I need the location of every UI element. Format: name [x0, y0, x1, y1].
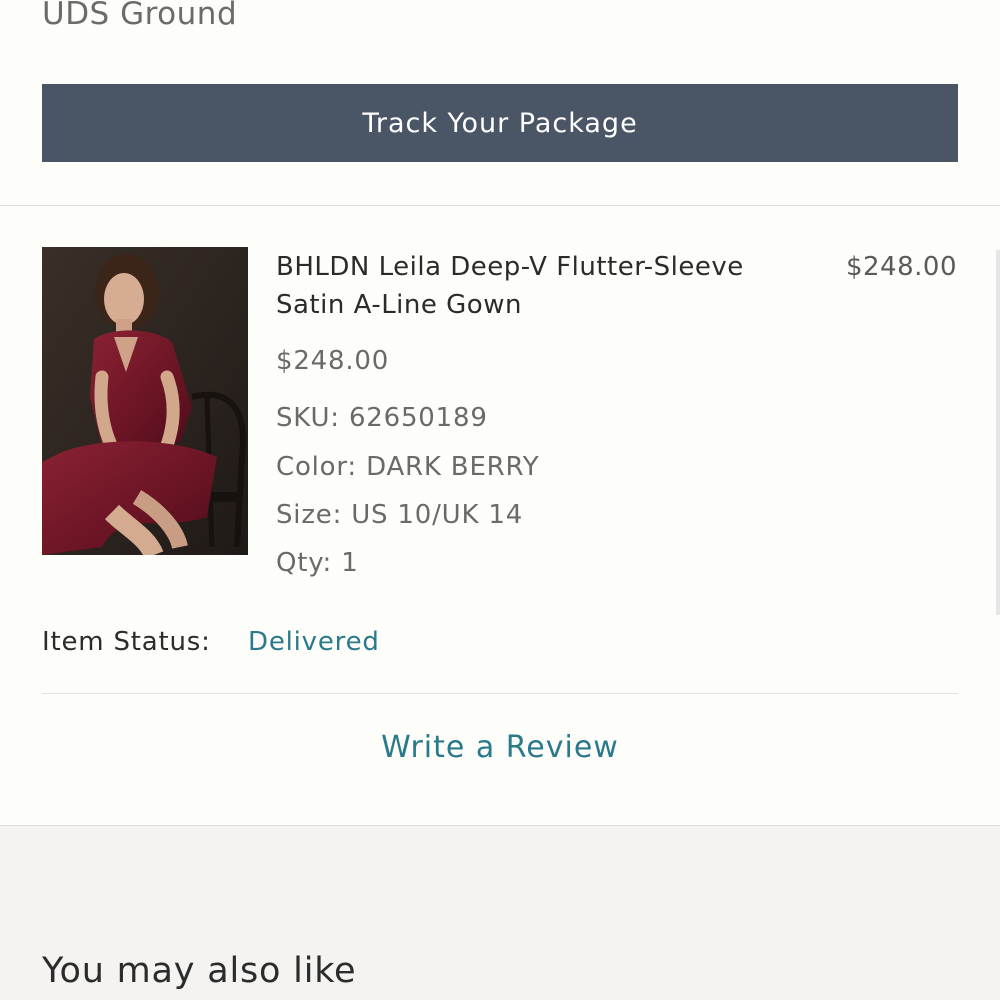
recommendations-heading: You may also like [42, 951, 357, 991]
order-detail-page: UDS Ground Track Your Package BHLDN Leil… [0, 0, 1000, 1000]
product-name[interactable]: BHLDN Leila Deep-V Flutter-Sleeve Satin … [276, 248, 796, 324]
qty-value: 1 [341, 548, 359, 578]
recommendations-section: You may also like [0, 825, 1000, 1000]
color-label: Color: [276, 452, 357, 482]
qty-line: Qty: 1 [276, 546, 359, 580]
item-divider [42, 693, 958, 694]
product-photo-icon [42, 247, 248, 555]
size-line: Size: US 10/UK 14 [276, 498, 523, 532]
sku-label: SKU: [276, 403, 340, 433]
sku-value: 62650189 [348, 403, 488, 433]
unit-price: $248.00 [276, 346, 390, 376]
color-line: Color: DARK BERRY [276, 450, 539, 484]
product-image[interactable] [42, 247, 248, 555]
shipping-method: UDS Ground [42, 0, 238, 32]
write-review-link[interactable]: Write a Review [0, 730, 1000, 765]
qty-label: Qty: [276, 548, 333, 578]
size-label: Size: [276, 500, 343, 530]
scrollbar[interactable] [996, 250, 1000, 615]
sku-line: SKU: 62650189 [276, 401, 488, 435]
line-total-price: $248.00 [845, 252, 957, 282]
section-divider [0, 205, 1000, 206]
item-status-value: Delivered [248, 627, 380, 657]
track-package-button[interactable]: Track Your Package [42, 84, 958, 162]
size-value: US 10/UK 14 [351, 500, 524, 530]
color-value: DARK BERRY [366, 452, 540, 482]
item-status-label: Item Status: [42, 627, 211, 657]
